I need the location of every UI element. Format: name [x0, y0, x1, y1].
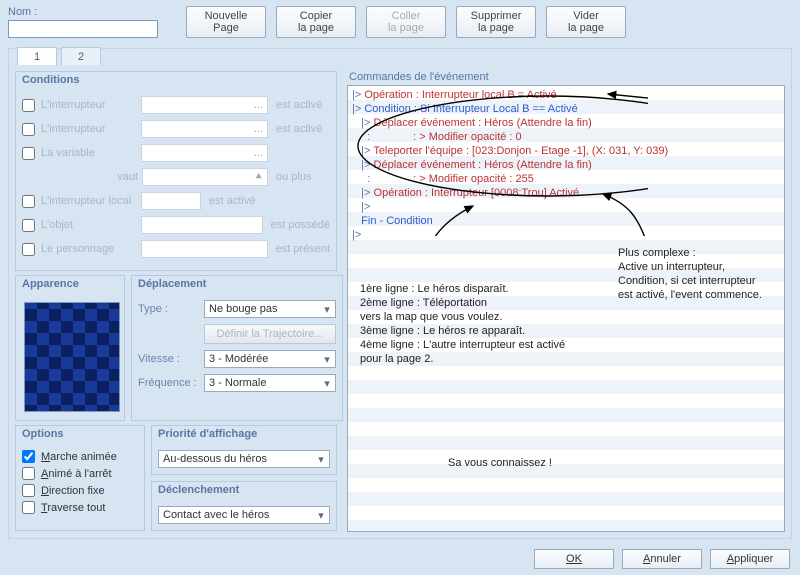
ouplus-label: ou plus: [276, 171, 330, 183]
chevron-down-icon: ▾: [315, 453, 327, 466]
delete-page-button[interactable]: Supprimer la page: [456, 6, 536, 38]
item-check[interactable]: [22, 219, 35, 232]
switch1-after: est activé: [276, 99, 330, 111]
movement-fieldset: Déplacement Type : Ne bouge pas▾ Définir …: [131, 275, 343, 421]
move-freq-combo[interactable]: 3 - Normale▾: [204, 374, 336, 392]
conditions-fieldset: Conditions L'interrupteur... est activé L…: [15, 71, 337, 271]
annotation-right: Plus complexe : Active un interrupteur, …: [618, 246, 762, 302]
vaut-label: vaut: [42, 171, 138, 183]
name-input[interactable]: [8, 20, 158, 38]
localswitch-after: est activé: [209, 195, 263, 207]
variable-label: La variable: [41, 147, 137, 159]
appearance-title: Apparence: [22, 278, 79, 290]
opt-stop-label: Animé à l'arrêt: [41, 468, 112, 480]
cancel-button[interactable]: Annuler: [622, 549, 702, 569]
variable-spinner[interactable]: ⯅: [142, 168, 268, 186]
options-title: Options: [22, 428, 64, 440]
ok-button[interactable]: OK: [534, 549, 614, 569]
paste-page-button: Coller la page: [366, 6, 446, 38]
move-speed-label: Vitesse :: [138, 353, 200, 365]
annotation-left: 1ère ligne : Le héros disparaît. 2ème li…: [360, 282, 565, 366]
localswitch-label: L'interrupteur local: [41, 195, 137, 207]
switch2-after: est activé: [276, 123, 330, 135]
switch1-check[interactable]: [22, 99, 35, 112]
item-label: L'objet: [41, 219, 137, 231]
move-freq-label: Fréquence :: [138, 377, 200, 389]
movement-title: Déplacement: [138, 278, 206, 290]
move-type-combo[interactable]: Ne bouge pas▾: [204, 300, 336, 318]
opt-dirfix-check[interactable]: [22, 484, 35, 497]
chevron-down-icon: ▾: [315, 509, 327, 522]
chevron-down-icon: ▾: [321, 353, 333, 366]
priority-combo[interactable]: Au-dessous du héros▾: [158, 450, 330, 468]
switch1-field[interactable]: ...: [141, 96, 268, 114]
item-field[interactable]: [141, 216, 263, 234]
localswitch-check[interactable]: [22, 195, 35, 208]
switch2-check[interactable]: [22, 123, 35, 136]
opt-walk-label: Marche animée: [41, 451, 117, 463]
options-fieldset: Options Marche animée Animé à l'arrêt Di…: [15, 425, 145, 531]
trigger-title: Déclenchement: [158, 484, 239, 496]
tab-2[interactable]: 2: [61, 47, 101, 65]
actor-after: est présent: [276, 243, 330, 255]
define-route-button: Définir la Trajectoire...: [204, 324, 336, 344]
switch2-field[interactable]: ...: [141, 120, 268, 138]
chevron-down-icon: ▾: [321, 377, 333, 390]
priority-title: Priorité d'affichage: [158, 428, 257, 440]
opt-through-label: Traverse tout: [41, 502, 105, 514]
clear-page-button[interactable]: Vider la page: [546, 6, 626, 38]
move-type-label: Type :: [138, 303, 200, 315]
actor-label: Le personnage: [41, 243, 137, 255]
commands-list[interactable]: |> Opération : Interrupteur local B = Ac…: [347, 85, 785, 532]
variable-check[interactable]: [22, 147, 35, 160]
copy-page-button[interactable]: Copier la page: [276, 6, 356, 38]
opt-walk-check[interactable]: [22, 450, 35, 463]
item-after: est possédé: [271, 219, 330, 231]
trigger-combo[interactable]: Contact avec le héros▾: [158, 506, 330, 524]
switch1-label: L'interrupteur: [41, 99, 137, 111]
variable-field[interactable]: ...: [141, 144, 268, 162]
appearance-preview[interactable]: [24, 302, 120, 412]
opt-through-check[interactable]: [22, 501, 35, 514]
opt-stop-check[interactable]: [22, 467, 35, 480]
opt-dirfix-label: Direction fixe: [41, 485, 105, 497]
priority-fieldset: Priorité d'affichage Au-dessous du héros…: [151, 425, 337, 475]
tab-1[interactable]: 1: [17, 47, 57, 65]
trigger-fieldset: Déclenchement Contact avec le héros▾: [151, 481, 337, 531]
new-page-button[interactable]: Nouvelle Page: [186, 6, 266, 38]
apply-button[interactable]: Appliquer: [710, 549, 790, 569]
name-label: Nom :: [8, 6, 158, 18]
commands-title: Commandes de l'événement: [349, 71, 785, 83]
appearance-fieldset: Apparence: [15, 275, 125, 421]
localswitch-combo[interactable]: [141, 192, 201, 210]
conditions-title: Conditions: [22, 74, 79, 86]
switch2-label: L'interrupteur: [41, 123, 137, 135]
move-speed-combo[interactable]: 3 - Modérée▾: [204, 350, 336, 368]
annotation-bottom: Sa vous connaissez !: [448, 456, 552, 470]
chevron-down-icon: ▾: [321, 303, 333, 316]
actor-check[interactable]: [22, 243, 35, 256]
actor-field[interactable]: [141, 240, 268, 258]
